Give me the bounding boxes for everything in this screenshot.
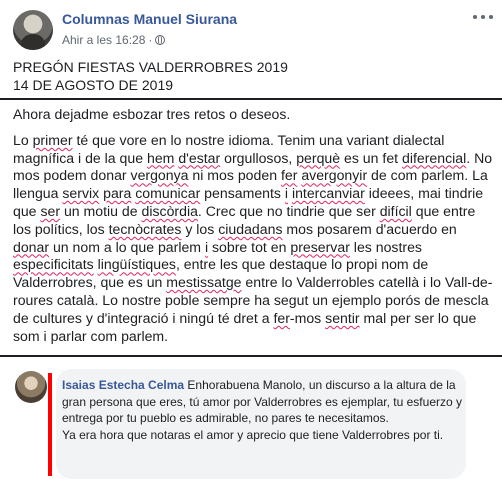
spellcheck-word: donar [13, 238, 50, 255]
highlight-bar [48, 373, 52, 476]
spellcheck-word: fer [273, 309, 290, 326]
spellcheck-word: lingüístiques [97, 256, 176, 273]
spellcheck-word: primer [32, 131, 73, 148]
spellcheck-word: servix [62, 185, 100, 202]
post-title-line-2: 14 DE AGOSTO DE 2019 [13, 77, 174, 93]
post-title-line-1: PREGÓN FIESTAS VALDERROBRES 2019 [13, 59, 288, 75]
spellcheck-word: diferencial [402, 149, 467, 166]
spellcheck-word: para [103, 185, 132, 202]
post-body: Ahora dejadme esbozar tres retos o deseo… [13, 106, 495, 353]
spellcheck-word: discòrdia [141, 202, 198, 219]
post-meta: Ahir a les 16:28 · [62, 33, 166, 47]
spellcheck-word: intercanviar [291, 185, 365, 202]
body-paragraph-2: Lo primer té que vore en lo nostre idiom… [13, 131, 493, 344]
spellcheck-word: avergonyir [301, 167, 368, 184]
comment-bubble: Isaias Estecha Celma Enhorabuena Manolo,… [56, 369, 466, 479]
spellcheck-word: mestissatge [166, 274, 242, 291]
spellcheck-word: hem [146, 149, 175, 166]
commenter-avatar[interactable] [15, 371, 47, 403]
spellcheck-word: tecnòcrates [108, 220, 182, 237]
comment-text: Isaias Estecha Celma Enhorabuena Manolo,… [62, 377, 462, 443]
commenter-name[interactable]: Isaias Estecha Celma [62, 378, 184, 392]
divider-bottom [0, 355, 502, 357]
author-avatar[interactable] [13, 10, 53, 50]
spellcheck-word: especificitats [13, 256, 94, 273]
body-paragraph-1: Ahora dejadme esbozar tres retos o deseo… [13, 106, 291, 122]
spellcheck-word: vergonya [130, 167, 189, 184]
spellcheck-word: preservar [290, 238, 350, 255]
spellcheck-word: fer [280, 167, 298, 184]
spellcheck-word: comunicar [135, 185, 201, 202]
post-header: Columnas Manuel Siurana Ahir a les 16:28… [0, 0, 502, 56]
more-options-icon[interactable] [473, 10, 493, 24]
comment-text-line-2: Ya era hora que notaras el amor y apreci… [62, 427, 444, 442]
globe-icon[interactable] [155, 35, 166, 45]
spellcheck-word: sentir [325, 309, 360, 326]
spellcheck-word: perquè [296, 149, 341, 166]
spellcheck-word: ser [40, 202, 61, 219]
post-timestamp[interactable]: Ahir a les 16:28 [62, 33, 145, 47]
post-author-name[interactable]: Columnas Manuel Siurana [62, 11, 237, 27]
spellcheck-word: difícil [379, 202, 412, 219]
spellcheck-word: ciudadans [218, 220, 283, 237]
spellcheck-word: d'estar [178, 149, 221, 166]
post-title: PREGÓN FIESTAS VALDERROBRES 2019 14 DE A… [13, 58, 288, 94]
meta-separator: · [148, 33, 153, 47]
divider-top [0, 98, 502, 100]
